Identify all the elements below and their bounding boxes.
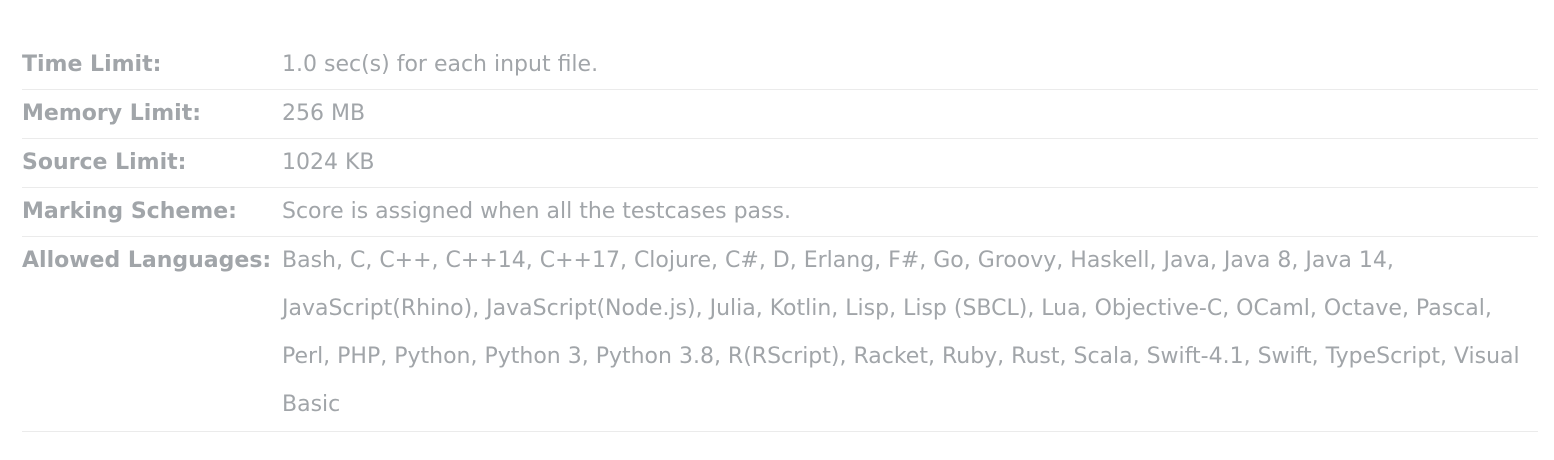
time-limit-label: Time Limit: bbox=[22, 52, 162, 77]
time-limit-value: 1.0 sec(s) for each input file. bbox=[282, 52, 599, 77]
marking-scheme-row: Marking Scheme: Score is assigned when a… bbox=[22, 188, 1538, 237]
allowed-languages-value: Bash, C, C++, C++14, C++17, Clojure, C#,… bbox=[282, 248, 1520, 417]
marking-scheme-value: Score is assigned when all the testcases… bbox=[282, 199, 791, 224]
allowed-languages-row: Allowed Languages: Bash, C, C++, C++14, … bbox=[22, 237, 1538, 432]
source-limit-row: Source Limit: 1024 KB bbox=[22, 139, 1538, 188]
source-limit-label: Source Limit: bbox=[22, 150, 187, 175]
problem-details-table: Time Limit: 1.0 sec(s) for each input fi… bbox=[22, 41, 1538, 432]
source-limit-value: 1024 KB bbox=[282, 150, 375, 175]
marking-scheme-label: Marking Scheme: bbox=[22, 199, 237, 224]
time-limit-row: Time Limit: 1.0 sec(s) for each input fi… bbox=[22, 41, 1538, 90]
memory-limit-label: Memory Limit: bbox=[22, 101, 202, 126]
allowed-languages-label: Allowed Languages: bbox=[22, 248, 272, 273]
memory-limit-row: Memory Limit: 256 MB bbox=[22, 90, 1538, 139]
memory-limit-value: 256 MB bbox=[282, 101, 366, 126]
